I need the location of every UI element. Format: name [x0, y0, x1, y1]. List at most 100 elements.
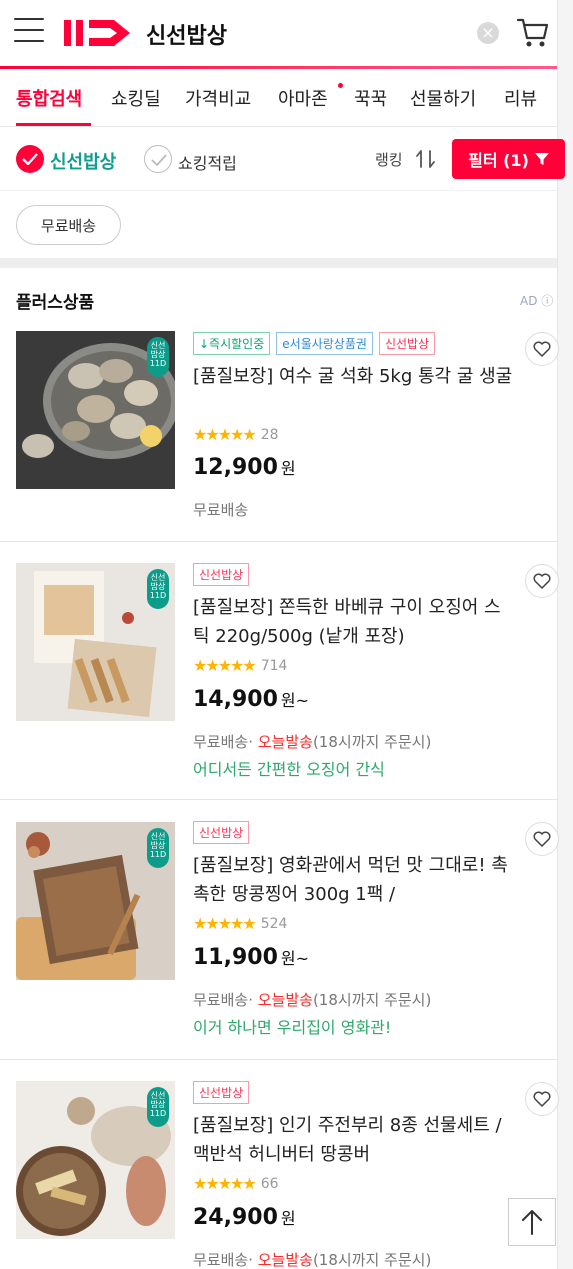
wishlist-button[interactable]: [525, 564, 559, 598]
product-card[interactable]: 신선 밥상 11D ↓즉시할인중 e서울사랑상품권 신선밥상 [품질보장] 여수 굴…: [0, 316, 559, 542]
shocking-reward-checkbox[interactable]: [144, 145, 172, 173]
promo-text: 어디서든 간편한 오징어 간식: [193, 760, 385, 779]
price-value: 24,900: [193, 1205, 278, 1230]
arrow-up-icon: [522, 1210, 542, 1235]
product-card[interactable]: 신선 밥상 11D 신선밥상 [품질보장] 쫀득한 바베큐 구이 오징어 스틱 22…: [0, 542, 559, 800]
wishlist-button[interactable]: [525, 822, 559, 856]
tag-fresh-table: 신선밥상: [193, 1081, 250, 1104]
price-unit: 원~: [280, 691, 310, 710]
product-image[interactable]: 신선 밥상 11D: [16, 563, 175, 721]
filter-bar: 신선밥상 쇼킹적립 랭킹 필터 (1): [0, 128, 565, 191]
check-icon: [151, 154, 167, 166]
tab-integrated-search[interactable]: 통합검색: [16, 85, 82, 111]
filter-button-label: 필터 (1): [468, 151, 529, 170]
tab-gift[interactable]: 선물하기: [410, 85, 476, 111]
product-rating: ★★★★★ 28: [193, 425, 279, 444]
price-value: 12,900: [193, 455, 278, 480]
product-tags: 신선밥상: [193, 563, 250, 586]
star-rating-icon: ★★★★★: [193, 1174, 257, 1193]
fresh-seal-badge: 신선 밥상 11D: [147, 337, 169, 377]
heart-icon: [533, 831, 551, 847]
product-image[interactable]: 신선 밥상 11D: [16, 822, 175, 980]
wishlist-button[interactable]: [525, 1082, 559, 1116]
filter-button[interactable]: 필터 (1): [452, 139, 565, 179]
same-day-note: (18시까지 주문시): [312, 733, 432, 751]
sort-ranking-label[interactable]: 랭킹: [375, 149, 403, 170]
product-tags: 신선밥상: [193, 1081, 250, 1104]
product-name[interactable]: [품질보장] 여수 굴 석화 5kg 통각 굴 생굴: [193, 362, 513, 391]
section-divider: [0, 258, 557, 268]
product-price: 14,900 원~: [193, 687, 309, 712]
ad-label: AD: [520, 294, 538, 308]
price-value: 14,900: [193, 687, 278, 712]
tag-fresh-table: 신선밥상: [193, 821, 250, 844]
fresh-check-checkbox[interactable]: [16, 145, 44, 173]
promo-text: 이거 하나면 우리집이 영화관!: [193, 1018, 392, 1037]
app-header: 신선밥상 ×: [0, 0, 557, 66]
wishlist-button[interactable]: [525, 332, 559, 366]
review-count: 28: [260, 426, 279, 443]
heart-icon: [533, 341, 551, 357]
tag-instant-discount: ↓즉시할인중: [193, 332, 271, 355]
price-unit: 원: [280, 1209, 296, 1228]
star-rating-icon: ★★★★★: [193, 914, 257, 933]
ad-info[interactable]: AD ⓘ: [520, 292, 553, 309]
product-tags: ↓즉시할인중 e서울사랑상품권 신선밥상: [193, 332, 436, 355]
cart-icon[interactable]: [515, 14, 551, 50]
product-price: 11,900 원~: [193, 945, 309, 970]
fresh-seal-badge: 신선 밥상 11D: [147, 828, 169, 868]
product-image[interactable]: 신선 밥상 11D: [16, 331, 175, 489]
tag-seoul-voucher: e서울사랑상품권: [276, 332, 373, 355]
check-icon: [22, 153, 38, 165]
11st-logo[interactable]: [62, 14, 136, 50]
same-day-shipping: 오늘발송: [257, 991, 313, 1009]
menu-icon[interactable]: [14, 18, 44, 46]
clear-search-button[interactable]: ×: [477, 22, 499, 44]
active-tab-underline: [16, 123, 91, 126]
shipping-info: 무료배송: [193, 499, 248, 520]
review-count: 524: [260, 915, 288, 932]
same-day-shipping: 오늘발송: [257, 1251, 313, 1269]
search-query-text[interactable]: 신선밥상: [146, 18, 227, 50]
shipping-info: 무료배송· 오늘발송(18시까지 주문시): [193, 989, 431, 1010]
same-day-shipping: 오늘발송: [257, 733, 313, 751]
shocking-reward-label[interactable]: 쇼킹적립: [178, 150, 237, 174]
plus-products-title: 플러스상품: [16, 288, 99, 315]
product-price: 12,900 원: [193, 455, 296, 480]
product-rating: ★★★★★ 714: [193, 656, 287, 675]
star-rating-icon: ★★★★★: [193, 425, 257, 444]
shipping-label: 무료배송·: [193, 1251, 253, 1269]
tab-price-compare[interactable]: 가격비교: [185, 85, 251, 111]
free-shipping-chip[interactable]: 무료배송: [16, 205, 121, 245]
product-tags: 신선밥상: [193, 821, 250, 844]
scroll-top-button[interactable]: [508, 1198, 556, 1246]
product-card[interactable]: 신선 밥상 11D 신선밥상 [품질보장] 영화관에서 먹던 맛 그대로! 촉촉한 …: [0, 800, 559, 1060]
product-card[interactable]: 신선 밥상 11D 신선밥상 [품질보장] 인기 주전부리 8종 선물세트 / 맥반…: [0, 1060, 559, 1269]
product-rating: ★★★★★ 66: [193, 1174, 279, 1193]
shipping-info: 무료배송· 오늘발송(18시까지 주문시): [193, 1249, 431, 1269]
product-name[interactable]: [품질보장] 인기 주전부리 8종 선물세트 / 맥반석 허니버터 땅콩버: [193, 1111, 513, 1169]
product-name[interactable]: [품질보장] 영화관에서 먹던 맛 그대로! 촉촉한 땅콩찡어 300g 1팩 …: [193, 851, 513, 909]
price-value: 11,900: [193, 945, 278, 970]
product-image[interactable]: 신선 밥상 11D: [16, 1081, 175, 1239]
tab-kkukkkuk[interactable]: 꾹꾹: [354, 85, 387, 111]
shipping-label: 무료배송·: [193, 991, 253, 1009]
sort-arrows-icon[interactable]: [415, 148, 437, 170]
heart-icon: [533, 1091, 551, 1107]
review-count: 714: [260, 657, 288, 674]
shipping-label: 무료배송: [193, 501, 249, 519]
tab-review[interactable]: 리뷰: [504, 85, 537, 111]
fresh-check-label[interactable]: 신선밥상: [50, 148, 116, 174]
page-scrollbar[interactable]: [557, 0, 573, 1269]
review-count: 66: [260, 1175, 279, 1192]
price-unit: 원: [280, 459, 296, 478]
tab-shocking-deal[interactable]: 쇼킹딜: [111, 85, 161, 111]
price-unit: 원~: [280, 949, 310, 968]
product-name[interactable]: [품질보장] 쫀득한 바베큐 구이 오징어 스틱 220g/500g (낱개 포…: [193, 593, 513, 651]
new-dot-badge: [338, 83, 343, 88]
star-rating-icon: ★★★★★: [193, 656, 257, 675]
product-price: 24,900 원: [193, 1205, 296, 1230]
tab-amazon[interactable]: 아마존: [278, 85, 328, 111]
tag-fresh-table: 신선밥상: [193, 563, 250, 586]
tag-fresh-table: 신선밥상: [378, 332, 436, 355]
